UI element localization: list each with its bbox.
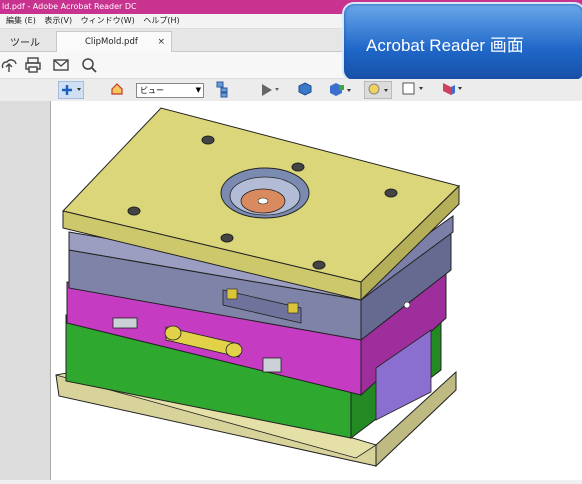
email-icon[interactable] xyxy=(52,56,70,74)
mold-3d-model[interactable] xyxy=(51,101,582,480)
view-select-value: ビュー xyxy=(140,86,164,95)
bolt-hole xyxy=(127,206,141,216)
tab-tools[interactable]: ツール xyxy=(10,34,40,49)
3d-cube-icon[interactable] xyxy=(298,82,312,96)
bolt-hole xyxy=(201,135,215,145)
tab-document[interactable]: ClipMold.pdf × xyxy=(56,31,172,52)
cross-section-icon[interactable] xyxy=(440,81,466,97)
print-icon[interactable] xyxy=(24,56,42,74)
lighting-icon[interactable] xyxy=(364,81,392,99)
bolt-hole xyxy=(312,260,326,270)
tab-document-label: ClipMold.pdf xyxy=(85,37,138,47)
pdf-page xyxy=(50,101,582,480)
window-title: ld.pdf - Adobe Acrobat Reader DC xyxy=(2,2,137,11)
menu-item-help[interactable]: ヘルプ(H) xyxy=(143,16,179,25)
bolt-hole xyxy=(384,188,398,198)
caption-text: Acrobat Reader 画面 xyxy=(366,36,524,55)
bolt-hole xyxy=(291,162,305,172)
upload-cloud-icon[interactable] xyxy=(0,56,18,74)
menu-item-window[interactable]: ウィンドウ(W) xyxy=(81,16,135,25)
bolt-hole xyxy=(220,233,234,243)
model-tree-icon[interactable] xyxy=(214,81,230,99)
background-color-icon[interactable] xyxy=(402,82,428,96)
home-icon[interactable] xyxy=(110,82,124,96)
zoom-search-icon[interactable] xyxy=(80,56,98,74)
close-icon[interactable]: × xyxy=(157,32,165,52)
acrobat-reader-caption: Acrobat Reader 画面 xyxy=(342,2,582,82)
play-animation-icon[interactable] xyxy=(260,83,282,97)
chevron-down-icon: ▼ xyxy=(195,86,201,94)
menu-item-edit[interactable]: 編集 (E) xyxy=(6,16,36,25)
model-toolbar: ビュー ▼ xyxy=(0,79,582,102)
rotate-tool-icon[interactable] xyxy=(58,81,84,99)
menu-item-view[interactable]: 表示(V) xyxy=(44,16,72,25)
document-viewport[interactable] xyxy=(0,101,582,480)
view-select[interactable]: ビュー ▼ xyxy=(136,83,204,98)
render-mode-icon[interactable] xyxy=(328,82,354,98)
